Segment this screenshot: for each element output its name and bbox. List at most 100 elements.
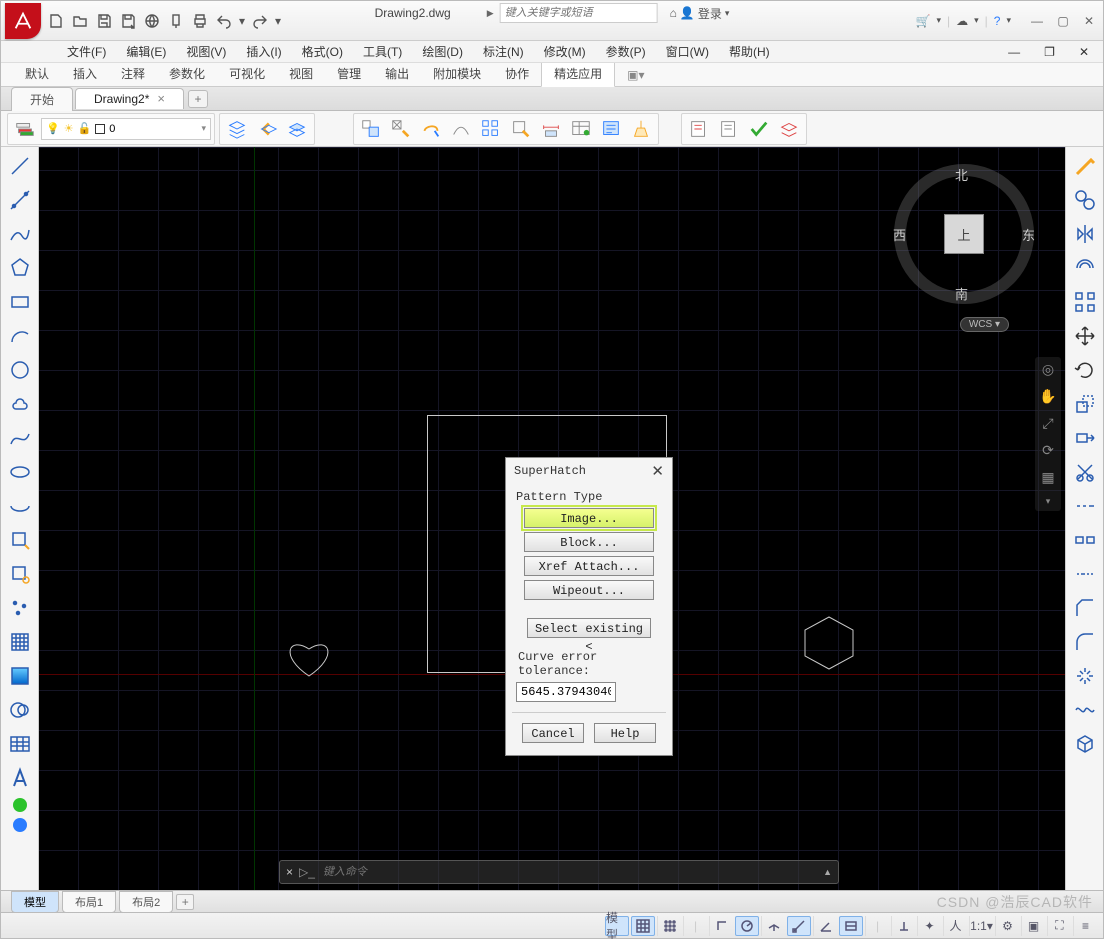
rtab-insert[interactable]: 插入 bbox=[61, 61, 109, 86]
rtab-vis[interactable]: 可视化 bbox=[217, 61, 277, 86]
saveas-icon[interactable] bbox=[117, 10, 139, 32]
block-button[interactable]: Block... bbox=[524, 532, 654, 552]
trim-tool[interactable] bbox=[1069, 456, 1101, 488]
point-tool[interactable] bbox=[4, 592, 36, 624]
tolerance-input[interactable] bbox=[516, 682, 616, 702]
copy-tool[interactable] bbox=[1069, 184, 1101, 216]
rtab-featured[interactable]: 精选应用 bbox=[541, 60, 615, 87]
new-icon[interactable] bbox=[45, 10, 67, 32]
status-custom-icon[interactable]: ≡ bbox=[1073, 916, 1097, 936]
signin-area[interactable]: ⌂ 👤 登录 ▾ bbox=[670, 5, 730, 22]
extend-tool[interactable] bbox=[1069, 490, 1101, 522]
dialog-titlebar[interactable]: SuperHatch ✕ bbox=[506, 458, 672, 484]
layer-iso-button[interactable] bbox=[283, 115, 311, 143]
search-arrow-icon[interactable]: ▶ bbox=[487, 8, 494, 19]
mirror-tool[interactable] bbox=[1069, 218, 1101, 250]
dialog-close-icon[interactable]: ✕ bbox=[651, 462, 664, 481]
nav-show-icon[interactable]: ▦ bbox=[1041, 469, 1054, 486]
rtab-default[interactable]: 默认 bbox=[13, 61, 61, 86]
array-tool[interactable] bbox=[1069, 286, 1101, 318]
menu-format[interactable]: 格式(O) bbox=[292, 41, 353, 62]
help-icon[interactable]: ? bbox=[994, 14, 1001, 28]
wcs-badge[interactable]: WCS ▾ bbox=[960, 317, 1009, 332]
arc-tool-button[interactable] bbox=[447, 115, 475, 143]
layer-states-button[interactable] bbox=[223, 115, 251, 143]
command-input[interactable] bbox=[321, 865, 817, 879]
erase-tool[interactable] bbox=[1069, 150, 1101, 182]
nav-orbit-icon[interactable]: ⟳ bbox=[1042, 442, 1054, 459]
status-angle-icon[interactable] bbox=[813, 916, 837, 936]
polyline-tool[interactable] bbox=[4, 218, 36, 250]
rtab-manage[interactable]: 管理 bbox=[325, 61, 373, 86]
ellipse-arc-tool[interactable] bbox=[4, 490, 36, 522]
menu-insert[interactable]: 插入(I) bbox=[236, 41, 291, 62]
rtab-view[interactable]: 视图 bbox=[277, 61, 325, 86]
redo-dd-icon[interactable]: ▾ bbox=[273, 10, 283, 32]
wave-tool[interactable] bbox=[1069, 694, 1101, 726]
rect-tool[interactable] bbox=[4, 286, 36, 318]
minimize-button[interactable]: — bbox=[1029, 13, 1045, 29]
xref-attach-button[interactable]: Xref Attach... bbox=[524, 556, 654, 576]
rtab-param[interactable]: 参数化 bbox=[157, 61, 217, 86]
circle-tool[interactable] bbox=[4, 354, 36, 386]
navigation-bar[interactable]: ◎ ✋ ⤢ ⟳ ▦ ▾ bbox=[1035, 357, 1061, 511]
doc-close-icon[interactable]: ✕ bbox=[1069, 43, 1099, 61]
props-button[interactable] bbox=[357, 115, 385, 143]
text-tool[interactable] bbox=[4, 762, 36, 794]
xline-tool[interactable] bbox=[4, 184, 36, 216]
rtab-output[interactable]: 输出 bbox=[373, 61, 421, 86]
nav-wheel-icon[interactable]: ◎ bbox=[1042, 361, 1054, 378]
status-lwt-icon[interactable] bbox=[839, 916, 863, 936]
arc-tool[interactable] bbox=[4, 320, 36, 352]
block-edit-button[interactable] bbox=[507, 115, 535, 143]
maximize-button[interactable]: ▢ bbox=[1055, 13, 1071, 29]
status-gear-icon[interactable]: ⚙ bbox=[995, 916, 1019, 936]
spline-tool[interactable] bbox=[4, 422, 36, 454]
nav-expand-icon[interactable]: ▾ bbox=[1046, 496, 1051, 507]
line-tool[interactable] bbox=[4, 150, 36, 182]
undo-icon[interactable] bbox=[213, 10, 235, 32]
doc-restore-icon[interactable]: ❐ bbox=[1034, 43, 1065, 61]
status-dyn-icon[interactable] bbox=[891, 916, 915, 936]
make-block-tool[interactable] bbox=[4, 558, 36, 590]
status-snap-icon[interactable] bbox=[657, 916, 681, 936]
menu-window[interactable]: 窗口(W) bbox=[656, 41, 719, 62]
status-ortho-icon[interactable] bbox=[709, 916, 733, 936]
cancel-button[interactable]: Cancel bbox=[522, 723, 584, 743]
app-menu-button[interactable] bbox=[5, 3, 41, 39]
tab-layout1[interactable]: 布局1 bbox=[62, 891, 116, 913]
a360-icon[interactable]: ☁ bbox=[956, 14, 968, 28]
rtab-expand-icon[interactable]: ▣▾ bbox=[615, 64, 656, 86]
revcloud-button[interactable] bbox=[417, 115, 445, 143]
rtab-collab[interactable]: 协作 bbox=[493, 61, 541, 86]
menu-help[interactable]: 帮助(H) bbox=[719, 41, 780, 62]
status-iso-icon[interactable] bbox=[761, 916, 785, 936]
menu-file[interactable]: 文件(F) bbox=[57, 41, 116, 62]
explode-tool[interactable] bbox=[1069, 660, 1101, 692]
notebook2-button[interactable] bbox=[715, 115, 743, 143]
drawing-viewport[interactable]: 北 南 西 东 上 WCS ▾ ◎ ✋ ⤢ ⟳ ▦ ▾ × ▷_ ▲ bbox=[39, 147, 1065, 890]
hatch-tool[interactable] bbox=[4, 626, 36, 658]
tab-current[interactable]: Drawing2*× bbox=[75, 88, 184, 109]
status-grid-icon[interactable] bbox=[631, 916, 655, 936]
menu-dim[interactable]: 标注(N) bbox=[473, 41, 534, 62]
rtab-annotate[interactable]: 注释 bbox=[109, 61, 157, 86]
status-scale-label[interactable]: 1:1▾ bbox=[969, 916, 993, 936]
cube-tool[interactable] bbox=[1069, 728, 1101, 760]
print-icon[interactable] bbox=[189, 10, 211, 32]
menu-edit[interactable]: 编辑(E) bbox=[116, 41, 176, 62]
fillet-tool[interactable] bbox=[1069, 626, 1101, 658]
offset-tool[interactable] bbox=[1069, 252, 1101, 284]
table-tool[interactable] bbox=[4, 728, 36, 760]
cmd-close-icon[interactable]: × bbox=[286, 865, 293, 879]
notebook1-button[interactable] bbox=[685, 115, 713, 143]
ellipse-tool[interactable] bbox=[4, 456, 36, 488]
viewcube-top-face[interactable]: 上 bbox=[944, 214, 984, 254]
status-sc-icon[interactable]: ✦ bbox=[917, 916, 941, 936]
cleanup-button[interactable] bbox=[627, 115, 655, 143]
doc-minimize-icon[interactable]: — bbox=[998, 43, 1030, 61]
match-props-button[interactable] bbox=[387, 115, 415, 143]
stretch-tool[interactable] bbox=[1069, 422, 1101, 454]
insert-block-tool[interactable] bbox=[4, 524, 36, 556]
nav-zoom-icon[interactable]: ⤢ bbox=[1042, 415, 1053, 432]
